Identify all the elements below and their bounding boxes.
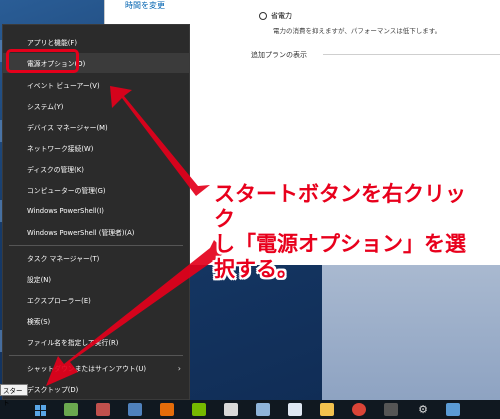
- taskbar-app-icon[interactable]: [320, 403, 334, 416]
- arrow-to-power-options: [110, 86, 210, 196]
- taskbar-app-icon[interactable]: [224, 403, 238, 416]
- annotation-line: スタートボタンを右クリック: [214, 182, 466, 231]
- taskbar-app-icon[interactable]: [192, 403, 206, 416]
- taskbar-app-icon[interactable]: [288, 403, 302, 416]
- arrow-to-start-button: [46, 240, 226, 386]
- taskbar-app-icon[interactable]: [256, 403, 270, 416]
- taskbar-app-icon[interactable]: [446, 403, 460, 416]
- taskbar-app-icon[interactable]: [64, 403, 78, 416]
- chrome-icon[interactable]: [352, 403, 366, 416]
- start-button[interactable]: [28, 402, 52, 418]
- taskbar-app-icon[interactable]: [160, 403, 174, 416]
- taskbar-app-icon[interactable]: [384, 403, 398, 416]
- annotation-line: し「電源オプション」を選: [214, 232, 466, 256]
- instruction-annotation: スタートボタンを右クリック し「電源オプション」を選 択する。: [214, 182, 484, 282]
- annotation-line: 択する。: [214, 257, 298, 281]
- taskbar-app-icon[interactable]: [128, 403, 142, 416]
- windows-logo-icon: [34, 404, 46, 416]
- taskbar-app-icon[interactable]: [96, 403, 110, 416]
- gear-icon[interactable]: ⚙: [416, 403, 430, 416]
- start-tooltip: スタート: [0, 384, 28, 407]
